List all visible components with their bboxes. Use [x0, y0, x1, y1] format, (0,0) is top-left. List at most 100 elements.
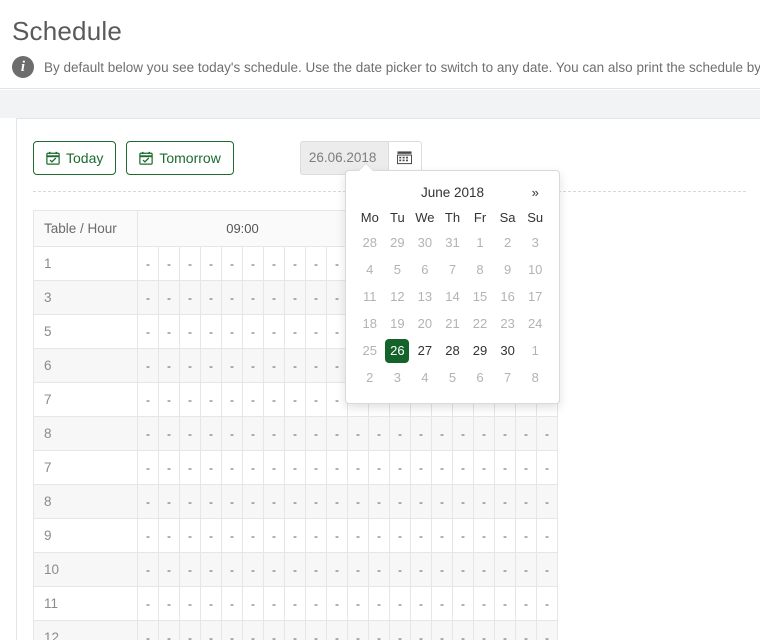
- today-button[interactable]: Today: [33, 140, 117, 175]
- slot-cell[interactable]: -: [137, 518, 159, 553]
- slot-cell[interactable]: -: [284, 450, 306, 485]
- slot-cell[interactable]: -: [515, 620, 537, 640]
- slot-cell[interactable]: -: [389, 450, 411, 485]
- slot-cell[interactable]: -: [179, 552, 201, 587]
- slot-cell[interactable]: -: [242, 314, 264, 349]
- slot-cell[interactable]: -: [494, 416, 516, 451]
- slot-cell[interactable]: -: [137, 416, 159, 451]
- slot-cell[interactable]: -: [284, 586, 306, 621]
- slot-cell[interactable]: -: [410, 484, 432, 519]
- slot-cell[interactable]: -: [452, 484, 474, 519]
- slot-cell[interactable]: -: [431, 484, 453, 519]
- slot-cell[interactable]: -: [158, 450, 180, 485]
- slot-cell[interactable]: -: [284, 280, 306, 315]
- slot-cell[interactable]: -: [410, 518, 432, 553]
- datepicker-month-title[interactable]: June 2018: [384, 179, 522, 205]
- slot-cell[interactable]: -: [368, 586, 390, 621]
- slot-cell[interactable]: -: [284, 314, 306, 349]
- slot-cell[interactable]: -: [263, 348, 285, 383]
- datepicker-day[interactable]: 11: [356, 283, 384, 310]
- slot-cell[interactable]: -: [326, 552, 348, 587]
- slot-cell[interactable]: -: [158, 552, 180, 587]
- datepicker-day[interactable]: 2: [494, 229, 522, 256]
- slot-cell[interactable]: -: [473, 450, 495, 485]
- slot-cell[interactable]: -: [326, 416, 348, 451]
- slot-cell[interactable]: -: [347, 416, 369, 451]
- slot-cell[interactable]: -: [368, 416, 390, 451]
- slot-cell[interactable]: -: [242, 552, 264, 587]
- slot-cell[interactable]: -: [473, 620, 495, 640]
- slot-cell[interactable]: -: [473, 586, 495, 621]
- slot-cell[interactable]: -: [284, 484, 306, 519]
- slot-cell[interactable]: -: [137, 348, 159, 383]
- slot-cell[interactable]: -: [158, 280, 180, 315]
- slot-cell[interactable]: -: [179, 586, 201, 621]
- datepicker-day[interactable]: 23: [494, 310, 522, 337]
- slot-cell[interactable]: -: [347, 552, 369, 587]
- datepicker-day[interactable]: 29: [384, 229, 412, 256]
- datepicker-day[interactable]: 13: [411, 283, 439, 310]
- slot-cell[interactable]: -: [200, 484, 222, 519]
- slot-cell[interactable]: -: [347, 620, 369, 640]
- slot-cell[interactable]: -: [410, 450, 432, 485]
- slot-cell[interactable]: -: [326, 620, 348, 640]
- slot-cell[interactable]: -: [305, 382, 327, 417]
- slot-cell[interactable]: -: [221, 450, 243, 485]
- slot-cell[interactable]: -: [452, 518, 474, 553]
- datepicker-day-selected[interactable]: 26: [384, 337, 412, 364]
- datepicker-day[interactable]: 24: [521, 310, 549, 337]
- slot-cell[interactable]: -: [263, 382, 285, 417]
- slot-cell[interactable]: -: [368, 620, 390, 640]
- slot-cell[interactable]: -: [242, 382, 264, 417]
- slot-cell[interactable]: -: [536, 586, 558, 621]
- slot-cell[interactable]: -: [221, 586, 243, 621]
- slot-cell[interactable]: -: [515, 518, 537, 553]
- datepicker-day[interactable]: 16: [494, 283, 522, 310]
- slot-cell[interactable]: -: [515, 450, 537, 485]
- slot-cell[interactable]: -: [389, 416, 411, 451]
- slot-cell[interactable]: -: [284, 518, 306, 553]
- datepicker-day[interactable]: 29: [466, 337, 494, 364]
- slot-cell[interactable]: -: [389, 620, 411, 640]
- datepicker-day[interactable]: 9: [494, 256, 522, 283]
- datepicker-day[interactable]: 12: [384, 283, 412, 310]
- slot-cell[interactable]: -: [347, 484, 369, 519]
- slot-cell[interactable]: -: [242, 280, 264, 315]
- slot-cell[interactable]: -: [368, 484, 390, 519]
- slot-cell[interactable]: -: [158, 586, 180, 621]
- slot-cell[interactable]: -: [200, 416, 222, 451]
- slot-cell[interactable]: -: [200, 552, 222, 587]
- datepicker-day[interactable]: 7: [494, 364, 522, 391]
- slot-cell[interactable]: -: [200, 280, 222, 315]
- slot-cell[interactable]: -: [137, 586, 159, 621]
- slot-cell[interactable]: -: [263, 416, 285, 451]
- slot-cell[interactable]: -: [179, 280, 201, 315]
- slot-cell[interactable]: -: [389, 518, 411, 553]
- slot-cell[interactable]: -: [221, 552, 243, 587]
- slot-cell[interactable]: -: [410, 416, 432, 451]
- slot-cell[interactable]: -: [179, 416, 201, 451]
- datepicker-prev-button[interactable]: [356, 179, 384, 205]
- slot-cell[interactable]: -: [284, 416, 306, 451]
- slot-cell[interactable]: -: [431, 552, 453, 587]
- slot-cell[interactable]: -: [242, 620, 264, 640]
- slot-cell[interactable]: -: [536, 450, 558, 485]
- datepicker-day[interactable]: 7: [439, 256, 467, 283]
- slot-cell[interactable]: -: [158, 314, 180, 349]
- slot-cell[interactable]: -: [536, 484, 558, 519]
- slot-cell[interactable]: -: [284, 246, 306, 281]
- datepicker-day[interactable]: 15: [466, 283, 494, 310]
- slot-cell[interactable]: -: [242, 416, 264, 451]
- slot-cell[interactable]: -: [158, 416, 180, 451]
- slot-cell[interactable]: -: [326, 484, 348, 519]
- datepicker-day[interactable]: 19: [384, 310, 412, 337]
- slot-cell[interactable]: -: [179, 246, 201, 281]
- slot-cell[interactable]: -: [263, 450, 285, 485]
- datepicker-day[interactable]: 1: [466, 229, 494, 256]
- slot-cell[interactable]: -: [221, 314, 243, 349]
- slot-cell[interactable]: -: [179, 314, 201, 349]
- datepicker-day[interactable]: 1: [521, 337, 549, 364]
- slot-cell[interactable]: -: [200, 348, 222, 383]
- tomorrow-button[interactable]: Tomorrow: [126, 140, 234, 175]
- slot-cell[interactable]: -: [284, 348, 306, 383]
